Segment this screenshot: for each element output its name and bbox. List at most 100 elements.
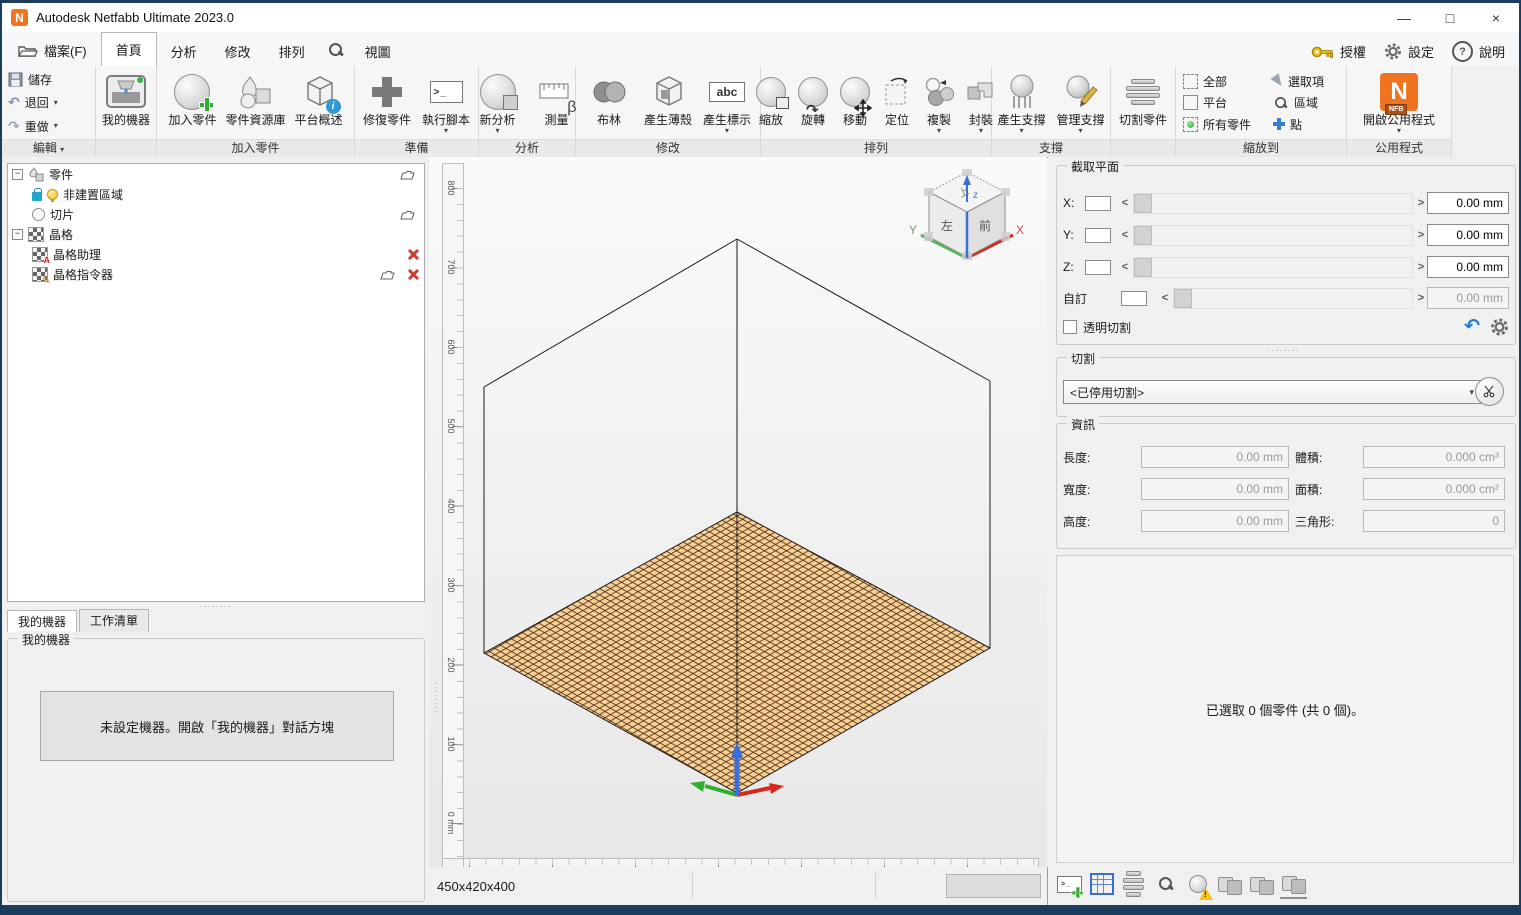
lattice-view-button[interactable]	[1088, 871, 1115, 898]
open-folder-icon[interactable]	[400, 208, 418, 221]
new-analysis-caret-icon[interactable]: ▾	[495, 127, 499, 135]
move-button[interactable]: 移動	[834, 68, 876, 137]
undo-caret-icon[interactable]: ▾	[54, 99, 58, 107]
y-plane-checkbox[interactable]	[1085, 228, 1111, 243]
packing-platform-button[interactable]	[1280, 870, 1307, 899]
rotate-button[interactable]: ↷ 旋轉	[792, 68, 834, 137]
z-slider-right-arrow[interactable]: >	[1415, 261, 1427, 273]
open-utility-caret-icon[interactable]: ▾	[1397, 127, 1401, 135]
splitter-handle[interactable]: ········	[2, 602, 429, 610]
tab-view[interactable]: 視圖	[351, 36, 405, 66]
redo-button[interactable]: ↷ 重做 ▾	[8, 117, 58, 135]
tree-item-no-build-zone[interactable]: 非建置區域	[8, 184, 424, 204]
pack-caret-icon[interactable]: ▾	[979, 127, 983, 135]
tree-item-lattice-commander[interactable]: ✎ 晶格指令器	[8, 264, 424, 284]
close-button[interactable]: ×	[1473, 3, 1519, 32]
y-slider-right-arrow[interactable]: >	[1415, 229, 1427, 241]
new-analysis-button[interactable]: 新分析 ▾	[469, 68, 527, 137]
part-library-button[interactable]: 零件資源庫	[222, 68, 288, 137]
new-cut-button[interactable]	[1475, 377, 1504, 406]
z-slider-thumb[interactable]	[1134, 258, 1152, 277]
transparent-cut-checkbox[interactable]	[1063, 320, 1077, 334]
z-plane-checkbox[interactable]	[1085, 260, 1111, 275]
undo-button[interactable]: ↶ 退回 ▾	[8, 94, 58, 112]
tree-item-lattice[interactable]: − 晶格	[8, 224, 424, 244]
no-machine-button[interactable]: 未設定機器。開啟「我的機器」對話方塊	[40, 691, 394, 761]
z-plane-value-input[interactable]	[1427, 256, 1509, 278]
tab-my-machines[interactable]: 我的機器	[7, 610, 77, 632]
custom-slider-thumb[interactable]	[1174, 289, 1192, 308]
bulb-icon[interactable]	[47, 189, 58, 200]
nav-cube-left-face-label[interactable]: 左	[941, 218, 953, 233]
x-slider-left-arrow[interactable]: <	[1119, 197, 1131, 209]
viewport-splitter-handle[interactable]: ········	[430, 662, 439, 734]
custom-plane-checkbox[interactable]	[1121, 291, 1147, 306]
zoom-point-button[interactable]: 點	[1273, 115, 1339, 133]
packing-button-1[interactable]	[1216, 871, 1243, 898]
collapse-icon[interactable]: −	[12, 169, 23, 180]
license-button[interactable]: 授權	[1311, 42, 1366, 61]
delete-icon[interactable]	[407, 249, 418, 260]
manage-support-caret-icon[interactable]: ▾	[1078, 127, 1082, 135]
repair-part-button[interactable]: 修復零件	[358, 68, 416, 137]
section-plane-settings-button[interactable]	[1490, 318, 1509, 336]
cuts-select[interactable]: <已停用切割> ▾	[1063, 380, 1481, 404]
minimize-button[interactable]: —	[1381, 3, 1427, 32]
file-menu-button[interactable]: 檔案(F)	[8, 36, 97, 64]
z-slider-left-arrow[interactable]: <	[1119, 261, 1131, 273]
create-label-button[interactable]: abc 產生標示 ▾	[698, 68, 756, 137]
collapse-icon[interactable]: −	[12, 229, 23, 240]
tab-arrange[interactable]: 排列	[265, 36, 319, 66]
open-folder-icon[interactable]	[400, 168, 418, 181]
x-slider-thumb[interactable]	[1134, 194, 1152, 213]
tree-item-lattice-assistant[interactable]: A 晶格助理	[8, 244, 424, 264]
zoom-platform-button[interactable]: 平台	[1183, 94, 1267, 112]
tab-modify[interactable]: 修改	[211, 36, 265, 66]
x-plane-checkbox[interactable]	[1085, 196, 1111, 211]
x-plane-value-input[interactable]	[1427, 192, 1509, 214]
nav-cube[interactable]: z 左 前 上 Y X	[909, 169, 1024, 260]
create-support-button[interactable]: 產生支撐 ▾	[993, 68, 1051, 137]
ribbon-search-button[interactable]	[323, 36, 349, 64]
x-slider-right-arrow[interactable]: >	[1415, 197, 1427, 209]
cut-parts-button[interactable]: 切割零件	[1114, 68, 1172, 137]
custom-slider-right-arrow[interactable]: >	[1415, 292, 1427, 304]
platform-overview-button[interactable]: i 平台概述	[290, 68, 348, 137]
manage-support-button[interactable]: 管理支撐 ▾	[1052, 68, 1110, 137]
zoom-all-button[interactable]: 全部	[1183, 72, 1267, 90]
create-label-caret-icon[interactable]: ▾	[725, 127, 729, 135]
delete-icon[interactable]	[407, 269, 418, 280]
maximize-button[interactable]: □	[1427, 3, 1473, 32]
position-button[interactable]: 定位	[876, 68, 918, 137]
tree-item-slices[interactable]: 切片	[8, 204, 424, 224]
y-plane-value-input[interactable]	[1427, 224, 1509, 246]
packing-button-2[interactable]	[1248, 871, 1275, 898]
x-plane-slider[interactable]	[1133, 193, 1413, 214]
custom-slider-left-arrow[interactable]: <	[1159, 292, 1171, 304]
nav-cube-front-face-label[interactable]: 前	[979, 218, 991, 233]
tab-analysis[interactable]: 分析	[157, 36, 211, 66]
add-part-button[interactable]: 加入零件	[163, 68, 221, 137]
build-volume-scene[interactable]: z 左 前 上 Y X	[462, 157, 1047, 858]
slice-view-button[interactable]	[1120, 871, 1147, 898]
custom-plane-value-input[interactable]	[1427, 287, 1509, 309]
viewport-3d[interactable]: ········ 800 700 600 500 400 300 200 100…	[429, 157, 1047, 867]
create-support-caret-icon[interactable]: ▾	[1019, 127, 1023, 135]
right-splitter-handle[interactable]: ········	[1048, 346, 1519, 354]
reset-planes-button[interactable]: ↶	[1464, 319, 1480, 335]
my-machines-button[interactable]: 我的機器	[97, 68, 155, 137]
z-plane-slider[interactable]	[1133, 257, 1413, 278]
y-slider-left-arrow[interactable]: <	[1119, 229, 1131, 241]
repair-warning-button[interactable]: !	[1184, 871, 1211, 898]
y-slider-thumb[interactable]	[1134, 226, 1152, 245]
run-script-caret-icon[interactable]: ▾	[444, 127, 448, 135]
help-button[interactable]: ? 說明	[1452, 41, 1505, 62]
zoom-selection-button[interactable]: 選取項	[1273, 72, 1339, 90]
open-utility-button[interactable]: N NFB 開啟公用程式 ▾	[1360, 68, 1438, 137]
custom-plane-slider[interactable]	[1173, 288, 1413, 309]
duplicate-caret-icon[interactable]: ▾	[937, 127, 941, 135]
run-script-button[interactable]: >_ 執行腳本 ▾	[417, 68, 475, 137]
y-plane-slider[interactable]	[1133, 225, 1413, 246]
settings-button[interactable]: 設定	[1384, 42, 1434, 61]
boolean-button[interactable]: 布林	[580, 68, 638, 137]
